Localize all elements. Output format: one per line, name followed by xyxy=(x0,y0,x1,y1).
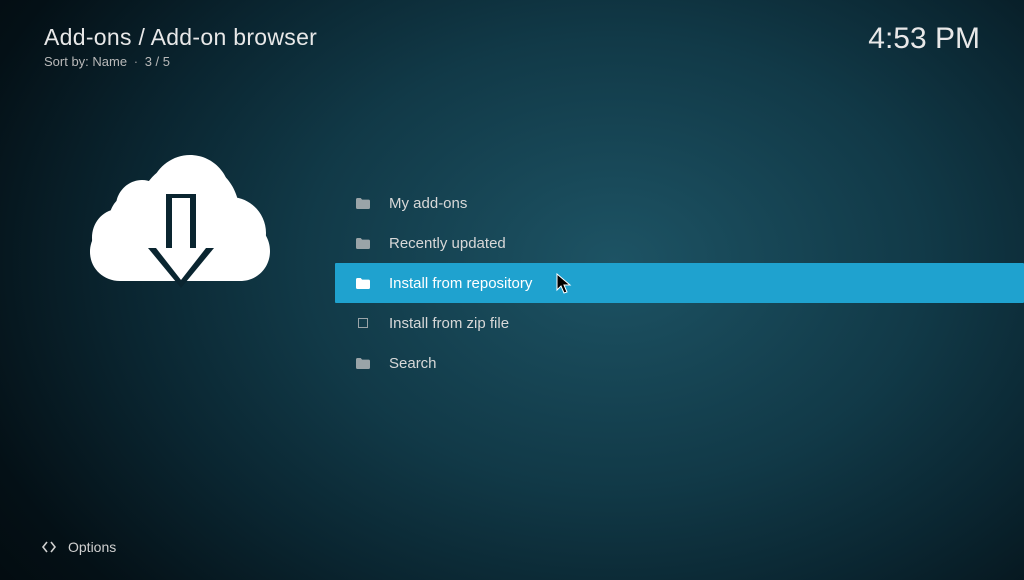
folder-icon xyxy=(355,236,371,250)
menu-item-install-from-zip[interactable]: Install from zip file xyxy=(335,303,1024,343)
menu-item-my-addons[interactable]: My add-ons xyxy=(335,183,1024,223)
box-icon xyxy=(355,316,371,330)
menu-item-label: My add-ons xyxy=(389,195,467,212)
menu-item-label: Recently updated xyxy=(389,235,506,252)
header-subline: Sort by: Name · 3 / 5 xyxy=(44,54,317,69)
list-position: 3 / 5 xyxy=(145,54,170,69)
folder-icon xyxy=(355,276,371,290)
sort-value: Name xyxy=(92,54,127,69)
folder-icon xyxy=(355,196,371,210)
options-button[interactable]: Options xyxy=(40,538,116,556)
options-icon xyxy=(40,538,58,556)
menu-list: My add-ons Recently updated Install from… xyxy=(335,183,1024,383)
menu-item-label: Search xyxy=(389,355,437,372)
folder-icon xyxy=(355,356,371,370)
menu-item-search[interactable]: Search xyxy=(335,343,1024,383)
app-screen: Add-ons / Add-on browser Sort by: Name ·… xyxy=(0,0,1024,580)
clock: 4:53 PM xyxy=(868,22,980,56)
cloud-download-icon xyxy=(90,140,270,290)
header: Add-ons / Add-on browser Sort by: Name ·… xyxy=(44,24,980,69)
sort-separator: · xyxy=(131,54,141,69)
breadcrumb: Add-ons / Add-on browser xyxy=(44,24,317,51)
options-label: Options xyxy=(68,539,116,555)
menu-item-label: Install from repository xyxy=(389,275,532,292)
menu-item-label: Install from zip file xyxy=(389,315,509,332)
menu-item-recently-updated[interactable]: Recently updated xyxy=(335,223,1024,263)
header-left: Add-ons / Add-on browser Sort by: Name ·… xyxy=(44,24,317,69)
menu-item-install-from-repository[interactable]: Install from repository xyxy=(335,263,1024,303)
sort-label: Sort by: xyxy=(44,54,89,69)
